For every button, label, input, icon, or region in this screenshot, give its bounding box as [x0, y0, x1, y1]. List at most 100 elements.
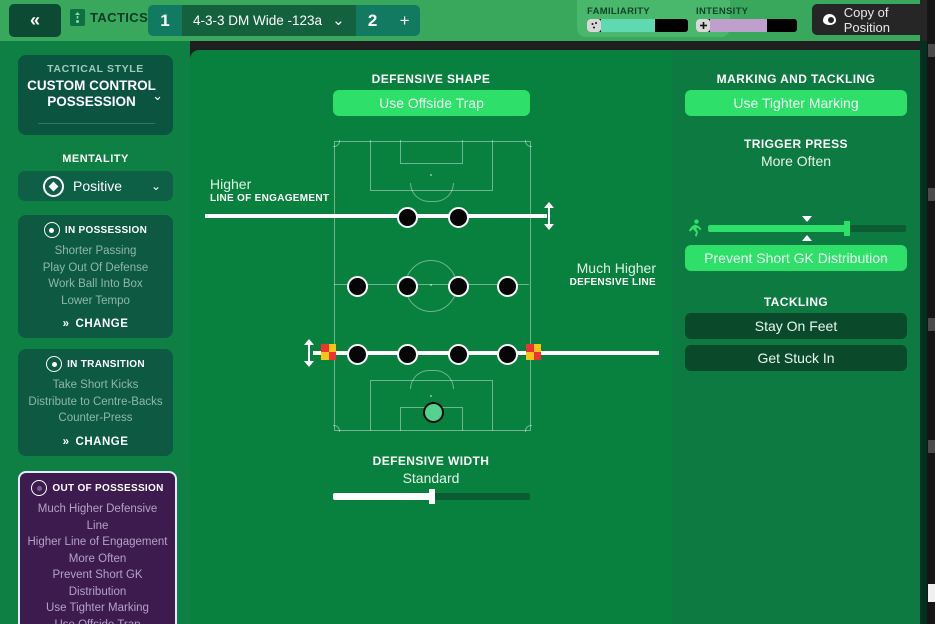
edge-tab-marker[interactable] — [928, 584, 935, 602]
up-down-arrow-icon[interactable] — [543, 202, 554, 230]
tactics-screen: « TACTICS 1 4-3-3 DM Wide -123a ⌄ 2 + FA… — [0, 0, 935, 624]
list-item: Prevent Short GK — [52, 569, 143, 581]
copy-of-position-button[interactable]: Copy of Position — [812, 4, 935, 35]
list-item: Use Tighter Marking — [46, 602, 149, 614]
player-token[interactable] — [397, 207, 418, 228]
player-token[interactable] — [397, 276, 418, 297]
phase-title: IN POSSESSION — [64, 224, 148, 236]
six-yard-box-top — [400, 140, 463, 164]
formation-selector[interactable]: 1 4-3-3 DM Wide -123a ⌄ 2 + — [148, 5, 420, 36]
phase-instruction-list: Take Short Kicks Distribute to Centre-Ba… — [18, 372, 173, 427]
list-item: Work Ball Into Box — [48, 278, 143, 290]
list-item: Take Short Kicks — [52, 379, 139, 391]
formation-slot-2[interactable]: 2 — [355, 5, 390, 36]
prevent-short-gk-distribution-button[interactable]: Prevent Short GK Distribution — [685, 245, 907, 271]
slider-marker-bottom-icon — [802, 235, 812, 241]
list-item: Shorter Passing — [54, 245, 137, 257]
line-of-engagement-bar[interactable] — [205, 214, 547, 218]
tactical-style-kicker: TACTICAL STYLE — [47, 63, 144, 75]
scrollbar-chip — [928, 44, 935, 57]
use-offside-trap-button[interactable]: Use Offside Trap — [333, 90, 530, 116]
list-item: Distribute to Centre-Backs — [28, 395, 163, 408]
double-chevron-right-icon: » — [62, 318, 70, 330]
defensive-width-value: Standard — [402, 470, 460, 486]
add-formation-button[interactable]: + — [389, 5, 420, 36]
tactical-style-panel[interactable]: TACTICAL STYLE CUSTOM CONTROL POSSESSION… — [18, 55, 173, 135]
phase-header: OUT OF POSSESSION — [20, 473, 175, 496]
tackling-title: TACKLING — [763, 295, 829, 309]
tactics-label: TACTICS — [90, 10, 149, 25]
list-item: Line — [86, 519, 109, 532]
player-token[interactable] — [448, 276, 469, 297]
stay-on-feet-button[interactable]: Stay On Feet — [685, 313, 907, 339]
player-token[interactable] — [397, 344, 418, 365]
player-token[interactable] — [448, 207, 469, 228]
player-token[interactable] — [497, 344, 518, 365]
chevron-down-icon: ⌄ — [150, 179, 161, 193]
slider-handle[interactable] — [843, 221, 850, 236]
change-in-possession-button[interactable]: » CHANGE — [18, 309, 173, 330]
chevron-down-icon[interactable]: ⌄ — [152, 88, 163, 104]
prevent-short-gk-distribution-label: Prevent Short GK Distribution — [704, 250, 888, 266]
meters-group: FAMILIARITY INTENSITY — [577, 0, 797, 37]
window-scrollbar[interactable] — [927, 0, 935, 624]
phase-header: IN TRANSITION — [18, 349, 173, 372]
list-item: Lower Tempo — [61, 294, 130, 307]
running-man-icon — [687, 219, 703, 237]
phase-in-transition: IN TRANSITION Take Short Kicks Distribut… — [18, 349, 173, 456]
familiarity-label: FAMILIARITY — [587, 6, 650, 17]
formation-slot-1[interactable]: 1 — [148, 5, 182, 36]
scrollbar-chip — [928, 188, 935, 201]
divider — [38, 123, 155, 124]
phase-title: OUT OF POSSESSION — [52, 482, 164, 494]
goalkeeper-token[interactable] — [423, 402, 444, 423]
line-of-engagement-label: LINE OF ENGAGEMENT — [210, 193, 330, 204]
tactical-style-line2: POSSESSION — [47, 94, 136, 109]
player-token[interactable] — [497, 276, 518, 297]
use-tighter-marking-label: Use Tighter Marking — [733, 95, 859, 111]
ball-icon — [43, 222, 60, 238]
familiarity-bar — [587, 19, 688, 32]
list-item: Use Offside Trap — [24, 617, 171, 624]
marking-and-tackling-title: MARKING AND TACKLING — [716, 72, 876, 86]
mentality-dropdown[interactable]: Positive ⌄ — [18, 171, 173, 201]
intensity-meter: INTENSITY — [696, 6, 797, 32]
checkered-flag-icon — [321, 344, 336, 360]
defensive-shape-title: DEFENSIVE SHAPE — [371, 72, 491, 86]
plus-icon — [696, 19, 710, 32]
player-token[interactable] — [347, 276, 368, 297]
phase-instruction-list: Shorter Passing Play Out Of Defense Work… — [18, 238, 173, 309]
trigger-press-slider[interactable] — [708, 216, 906, 241]
pitch-panel: DEFENSIVE SHAPE Use Offside Trap Higher … — [190, 50, 672, 624]
phase-in-possession: IN POSSESSION Shorter Passing Play Out O… — [18, 215, 173, 338]
centre-spot — [430, 284, 432, 286]
slider-handle[interactable] — [428, 489, 435, 504]
marking-tackling-panel: MARKING AND TACKLING Use Tighter Marking… — [672, 50, 920, 624]
list-item: Counter-Press — [58, 412, 133, 424]
defensive-line-label: DEFENSIVE LINE — [569, 277, 656, 288]
list-item: Play Out Of Defense — [42, 261, 149, 274]
corner-arc-br — [525, 425, 532, 432]
back-button[interactable]: « — [9, 4, 61, 37]
use-tighter-marking-button[interactable]: Use Tighter Marking — [685, 90, 907, 116]
copy-of-position-label: Copy of Position — [843, 4, 890, 35]
formation-name-dropdown[interactable]: 4-3-3 DM Wide -123a ⌄ — [182, 5, 356, 36]
up-down-arrow-icon[interactable] — [303, 339, 314, 367]
familiarity-icon — [587, 19, 601, 32]
familiarity-fill — [601, 19, 655, 32]
player-token[interactable] — [347, 344, 368, 365]
player-token[interactable] — [448, 344, 469, 365]
penalty-spot-top — [430, 174, 432, 176]
list-item: Distribution — [68, 585, 127, 598]
change-in-transition-button[interactable]: » CHANGE — [18, 427, 173, 448]
defensive-width-slider[interactable] — [333, 489, 530, 504]
get-stuck-in-label: Get Stuck In — [757, 350, 835, 366]
chevron-down-icon: ⌄ — [332, 11, 345, 29]
trigger-press-title: TRIGGER PRESS — [744, 137, 848, 151]
change-label: CHANGE — [75, 435, 129, 448]
phase-out-of-possession: OUT OF POSSESSION Much Higher Defensive … — [18, 471, 177, 624]
familiarity-meter: FAMILIARITY — [587, 6, 688, 32]
get-stuck-in-button[interactable]: Get Stuck In — [685, 345, 907, 371]
mentality-value: Positive — [73, 178, 123, 194]
transition-icon — [46, 356, 63, 372]
